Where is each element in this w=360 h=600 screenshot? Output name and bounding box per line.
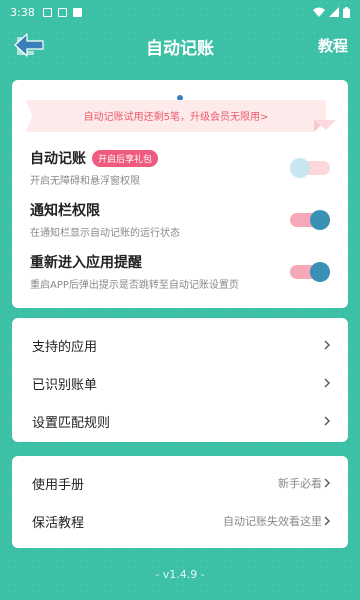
menu-item-recognized-bills[interactable]: 已识别账单	[32, 364, 332, 402]
settings-card: 自动记账试用还剩5笔，升级会员无限用> 自动记账 开启后享礼包 开启无障碍和悬浮…	[12, 80, 348, 308]
menu-item-label: 设置匹配规则	[32, 415, 111, 431]
status-time: 3:38	[10, 5, 35, 19]
page-title: 自动记账	[146, 38, 214, 59]
chevron-right-icon	[324, 340, 330, 350]
setting-title: 自动记账	[30, 151, 86, 167]
notification-toggle[interactable]	[290, 210, 330, 230]
menu-item-label: 保活教程	[32, 515, 85, 531]
toggle-knob	[310, 262, 330, 282]
setting-description: 开启无障碍和悬浮窗权限	[30, 176, 140, 187]
gift-badge[interactable]: 开启后享礼包	[92, 149, 159, 167]
setting-auto-bookkeeping: 自动记账 开启后享礼包 开启无障碍和悬浮窗权限	[30, 148, 330, 192]
menu-item-label: 已识别账单	[32, 377, 98, 393]
tutorial-button[interactable]: 教程	[318, 35, 348, 56]
setting-title: 重新进入应用提醒	[30, 255, 142, 271]
toggle-knob	[310, 210, 330, 230]
app-bar: 自动记账 教程	[0, 24, 360, 68]
menu-card-rules: 支持的应用 已识别账单 设置匹配规则	[12, 318, 348, 442]
notification-square-icon	[42, 7, 52, 17]
back-arrow-icon[interactable]	[12, 30, 48, 60]
menu-item-supported-apps[interactable]: 支持的应用	[32, 326, 332, 364]
chevron-right-icon	[324, 516, 330, 526]
setting-description: 在通知栏显示自动记账的运行状态	[30, 228, 180, 239]
menu-card-help: 使用手册 新手必看 保活教程 自动记账失效看这里	[12, 456, 348, 548]
menu-item-value: 新手必看	[278, 477, 322, 490]
menu-item-label: 使用手册	[32, 477, 85, 493]
upgrade-banner[interactable]: 自动记账试用还剩5笔，升级会员无限用>	[26, 100, 336, 132]
wifi-icon	[313, 7, 325, 17]
signal-icon	[329, 7, 339, 17]
chevron-right-icon	[324, 416, 330, 426]
setting-reenter-reminder: 重新进入应用提醒 重启APP后弹出提示是否跳转至自动记账设置页	[30, 252, 330, 296]
chevron-right-icon	[324, 478, 330, 488]
battery-icon	[343, 6, 350, 18]
menu-item-matching-rules[interactable]: 设置匹配规则	[32, 402, 332, 440]
reenter-reminder-toggle[interactable]	[290, 262, 330, 282]
menu-item-keep-alive-tutorial[interactable]: 保活教程 自动记账失效看这里	[32, 502, 332, 540]
toggle-knob	[290, 158, 310, 178]
menu-item-user-manual[interactable]: 使用手册 新手必看	[32, 464, 332, 502]
auto-bookkeeping-toggle[interactable]	[290, 158, 330, 178]
banner-text: 自动记账试用还剩5笔，升级会员无限用>	[83, 112, 269, 123]
setting-description: 重启APP后弹出提示是否跳转至自动记账设置页	[30, 280, 239, 291]
version-label: - v1.4.9 -	[155, 568, 205, 581]
menu-item-value: 自动记账失效看这里	[223, 515, 322, 528]
notification-square-icon	[57, 7, 67, 17]
download-square-icon	[72, 7, 82, 17]
status-bar: 3:38	[0, 0, 360, 24]
setting-notification: 通知栏权限 在通知栏显示自动记账的运行状态	[30, 200, 330, 244]
menu-item-label: 支持的应用	[32, 339, 98, 355]
setting-title: 通知栏权限	[30, 203, 100, 219]
chevron-right-icon	[324, 378, 330, 388]
